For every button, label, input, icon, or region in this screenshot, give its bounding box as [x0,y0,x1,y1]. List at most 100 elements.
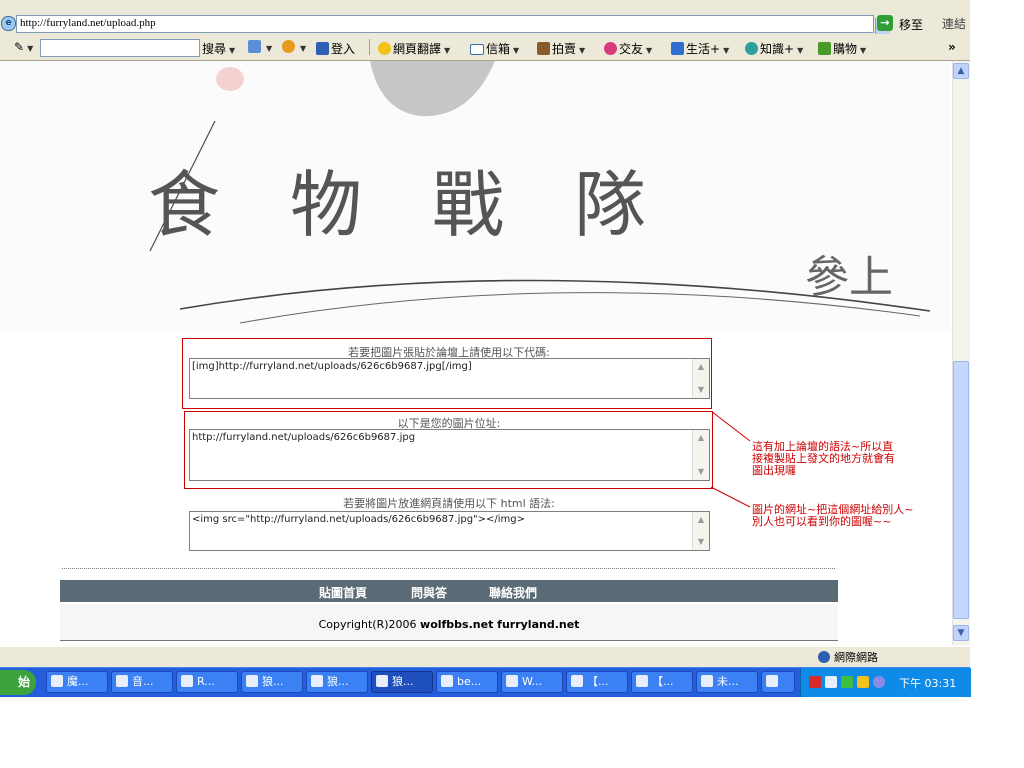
textarea-scrollbar[interactable]: ▲ ▼ [692,512,709,550]
scroll-up-icon[interactable]: ▲ [953,63,969,79]
chat-icon [571,675,583,687]
page-scrollbar[interactable]: ▲ ▼ [952,61,970,645]
copyright-sites: wolfbbs.net furryland.net [420,618,580,631]
dating-button[interactable]: 交友 ▼ [604,40,652,57]
task-button[interactable]: 【... [631,671,693,693]
translate-icon [378,42,391,55]
annotation-url-note: 圖片的網址~把這個網址給別人~ 別人也可以看到你的圖喔~~ [752,503,914,528]
internet-zone: 網際網路 [818,649,878,665]
layout-icon[interactable]: ▼ [248,40,272,54]
login-icon [316,42,329,55]
life-button[interactable]: 生活+ ▼ [671,40,729,57]
scroll-up-icon[interactable]: ▲ [693,359,709,375]
copyright-prefix: Copyright(R)2006 [318,618,421,631]
forum-code-textarea[interactable]: [img]http://furryland.net/uploads/626c6b… [189,358,710,399]
life-icon [671,42,684,55]
crosshair-icon[interactable]: ▼ [282,40,306,54]
go-label: 移至 [899,18,924,32]
task-button[interactable]: 【... [566,671,628,693]
links-button[interactable]: 連結 [942,15,966,32]
page-icon: e [1,16,16,31]
auction-icon [537,42,550,55]
scroll-down-icon[interactable]: ▼ [953,625,969,641]
ie-icon [376,675,388,687]
translate-button[interactable]: 網頁翻譯 ▼ [378,40,450,57]
task-button[interactable] [761,671,795,693]
system-tray: 下午 03:31 [800,668,971,697]
dating-icon [604,42,617,55]
pencil-icon[interactable]: ✎ ▼ [14,40,33,54]
tray-messenger-icon[interactable] [841,676,853,688]
app-icon [51,675,63,687]
task-button[interactable]: W... [501,671,563,693]
more-chevron-icon[interactable]: » [948,40,956,54]
chat-icon [636,675,648,687]
knowledge-icon [745,42,758,55]
nav-link-home[interactable]: 貼圖首頁 [319,584,367,601]
html-code-label: 若要將圖片放進網頁請使用以下 html 語法: [343,497,555,510]
search-toolbar: ✎ ▼ 搜尋 ▼ ▼ ▼ 登入 網頁翻譯 ▼ 信箱 ▼ 拍賣 ▼ 交友 ▼ 生活+ ▼ 知識+… [0,35,970,61]
scroll-down-icon[interactable]: ▼ [693,534,709,550]
annotation-forum-note: 這有加上論壇的語法~所以直 接複製貼上發文的地方就會有 圖出現囉 [752,440,895,477]
messenger-icon [506,675,518,687]
toolbar-divider [369,39,370,55]
status-bar: 網際網路 [0,646,970,667]
banner-title: 食物戰隊 [148,163,717,247]
scroll-up-icon[interactable]: ▲ [693,512,709,528]
footer-nav: 貼圖首頁 問與答 聯絡我們 [60,580,838,602]
task-button[interactable]: 狼... [306,671,368,693]
globe-icon [818,651,830,663]
scroll-thumb[interactable] [953,361,969,619]
scroll-down-icon[interactable]: ▼ [693,464,709,480]
auction-button[interactable]: 拍賣 ▼ [537,40,585,57]
copyright: Copyright(R)2006 wolfbbs.net furryland.n… [60,604,838,641]
keyboard-icon [766,675,778,687]
app-icon [181,675,193,687]
task-button-active[interactable]: 狼... [371,671,433,693]
task-button[interactable]: R... [176,671,238,693]
address-text: http://furryland.net/upload.php [20,17,156,29]
tray-volume-icon[interactable] [873,676,885,688]
app-icon [116,675,128,687]
banner-sketch: 食物戰隊 參上 [0,61,950,331]
taskbar: 始 魔... 音... R... 狼... 狼... 狼... be... W.… [0,667,971,697]
task-button[interactable]: 魔... [46,671,108,693]
task-button[interactable]: be... [436,671,498,693]
task-button[interactable]: 狼... [241,671,303,693]
html-code-textarea[interactable]: <img src="http://furryland.net/uploads/6… [189,511,710,551]
tray-network-icon[interactable] [825,676,837,688]
go-button[interactable]: → 移至 [877,15,929,32]
image-url-text: http://furryland.net/uploads/626c6b9687.… [192,432,416,443]
scroll-down-icon[interactable]: ▼ [693,382,709,398]
arrow-right-icon: → [877,15,893,31]
mail-button[interactable]: 信箱 ▼ [470,40,519,57]
nav-link-contact[interactable]: 聯絡我們 [489,584,537,601]
shopping-button[interactable]: 購物 ▼ [818,40,866,57]
address-bar: e http://furryland.net/upload.php ▼ → 移至… [0,13,970,36]
tray-app-icon[interactable] [809,676,821,688]
task-button[interactable]: 音... [111,671,173,693]
mail-icon [470,44,484,55]
nav-link-faq[interactable]: 問與答 [411,584,447,601]
page-viewport: 食物戰隊 參上 若要把圖片張貼於論壇上請使用以下代碼: [img]http://… [0,61,952,645]
start-button[interactable]: 始 [0,670,36,695]
toolbar-search-button[interactable]: 搜尋 ▼ [202,40,235,57]
tray-security-icon[interactable] [857,676,869,688]
ie-icon [441,675,453,687]
shopping-icon [818,42,831,55]
textarea-scrollbar[interactable]: ▲ ▼ [692,430,709,480]
menu-toolbar-strip [0,0,970,14]
textarea-scrollbar[interactable]: ▲ ▼ [692,359,709,398]
knowledge-button[interactable]: 知識+ ▼ [745,40,803,57]
ie-icon [311,675,323,687]
footer-divider [62,568,835,569]
scroll-up-icon[interactable]: ▲ [693,430,709,446]
html-code-text: <img src="http://furryland.net/uploads/6… [192,514,526,525]
search-input[interactable] [40,39,200,57]
clock: 下午 03:31 [899,677,957,690]
login-button[interactable]: 登入 [316,40,355,57]
address-input[interactable]: http://furryland.net/upload.php ▼ [16,15,890,34]
task-button[interactable]: 未... [696,671,758,693]
ie-icon [246,675,258,687]
image-url-textarea[interactable]: http://furryland.net/uploads/626c6b9687.… [189,429,710,481]
